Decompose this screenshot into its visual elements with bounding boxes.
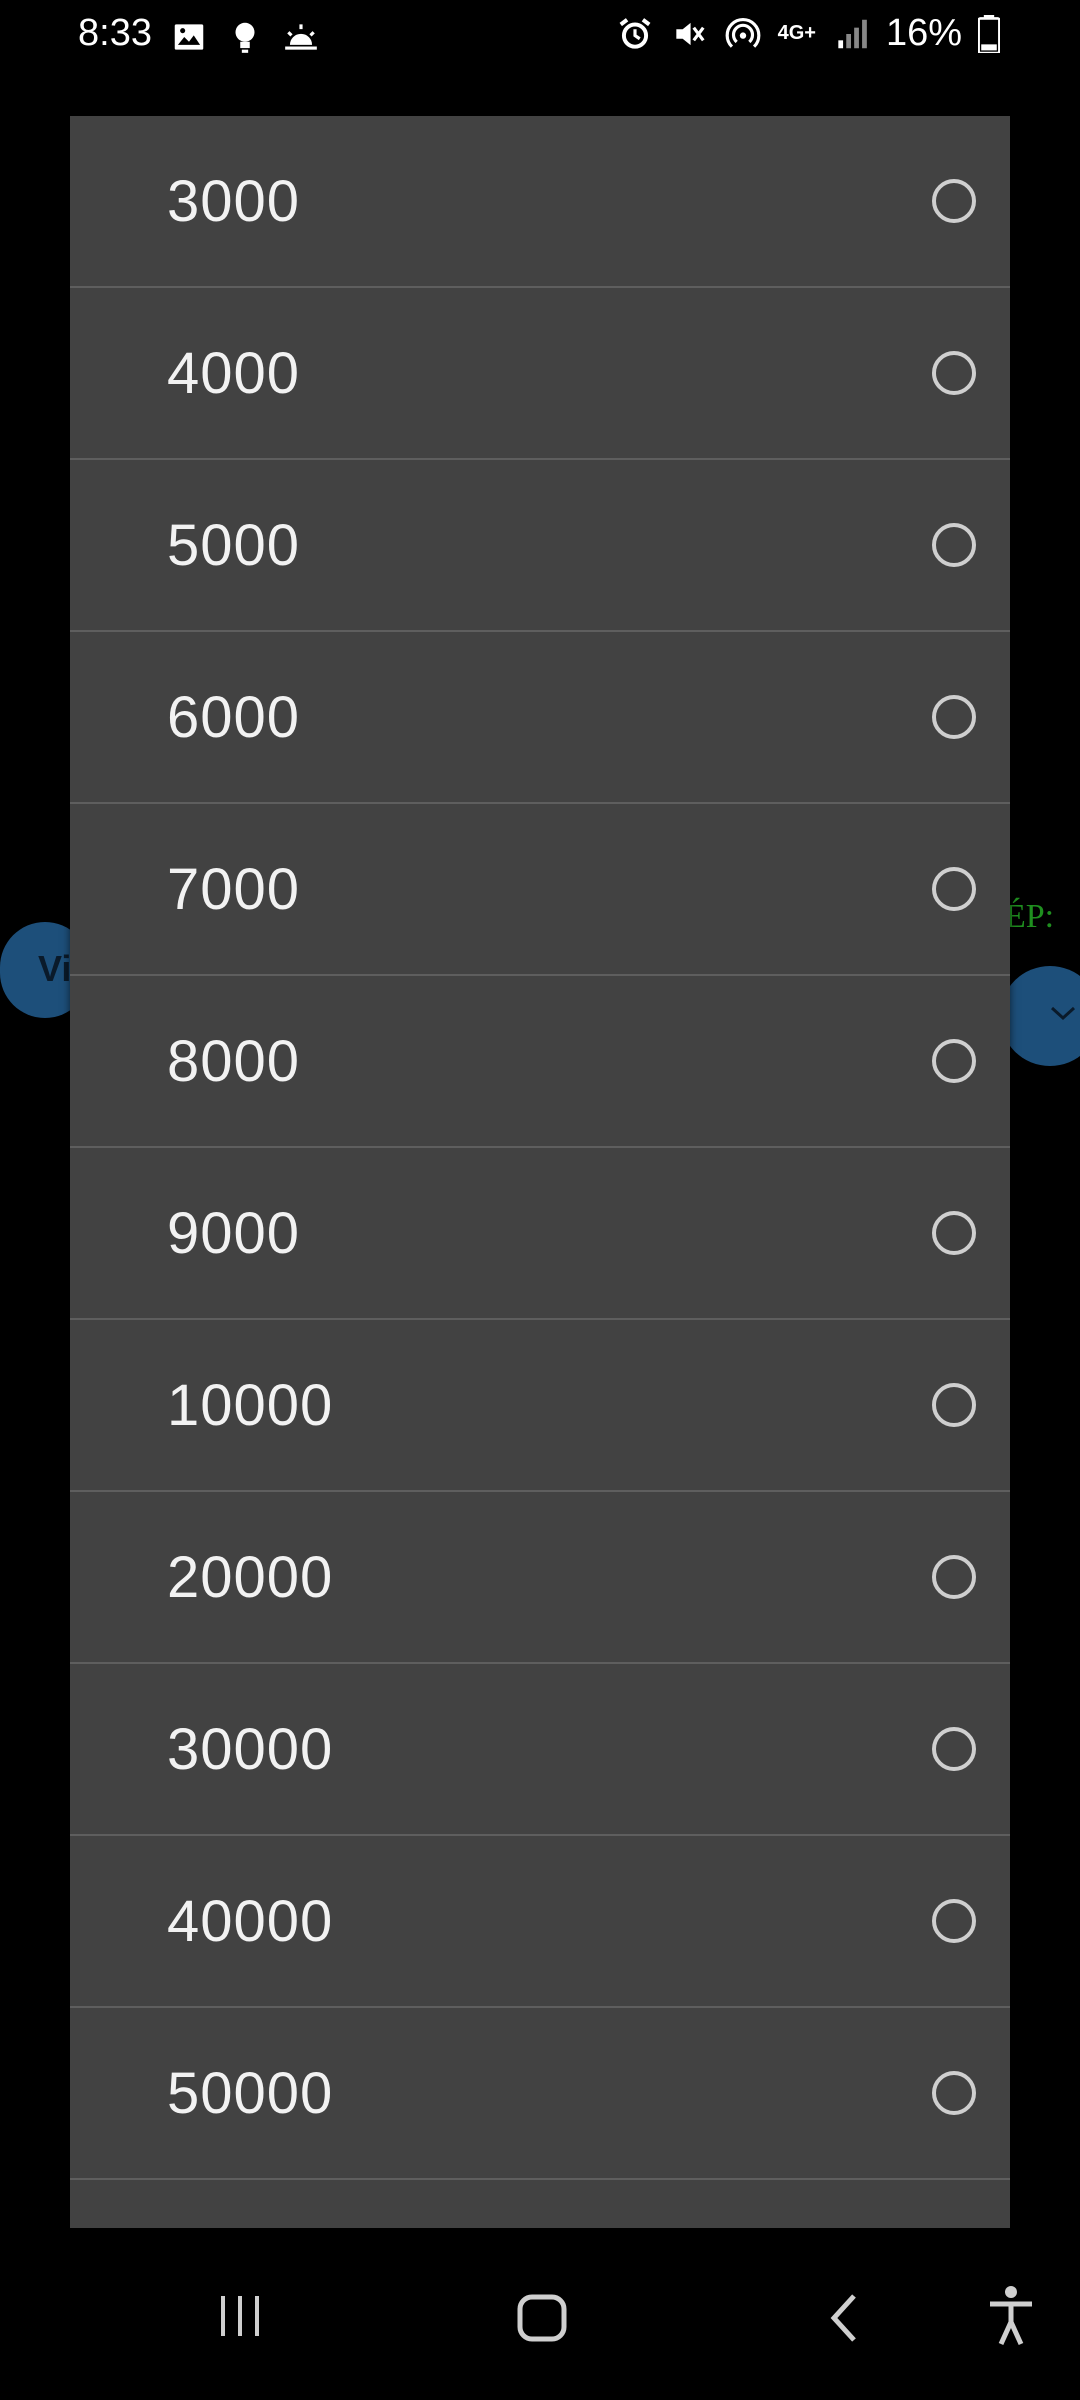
option-label: 40000 (167, 1888, 334, 1954)
option-item[interactable]: 30000 (70, 1664, 1010, 1836)
battery-percent: 16% (885, 12, 962, 54)
battery-icon (978, 14, 1000, 53)
option-label: 50000 (167, 2060, 334, 2126)
option-label: 6000 (167, 684, 301, 750)
radio-button[interactable] (932, 1211, 976, 1255)
option-label: 8000 (167, 1028, 301, 1094)
alarm-icon (619, 17, 651, 49)
signal-icon (838, 19, 867, 48)
option-label: 30000 (167, 1716, 334, 1782)
option-label: 20000 (167, 1544, 334, 1610)
radio-button[interactable] (932, 1727, 976, 1771)
back-icon[interactable] (826, 2292, 862, 2344)
option-label: 3000 (167, 168, 301, 234)
select-dialog: 3000 4000 5000 6000 7000 8000 9000 10000 20000 30… (70, 116, 1010, 2228)
background-dropdown (1000, 966, 1080, 1066)
sunrise-icon (285, 24, 317, 50)
radio-button[interactable] (932, 1383, 976, 1427)
radio-button[interactable] (932, 523, 976, 567)
option-item[interactable]: 5000 (70, 460, 1010, 632)
option-item[interactable]: 50000 (70, 2008, 1010, 2180)
option-item[interactable]: 6000 (70, 632, 1010, 804)
hotspot-icon (725, 17, 760, 48)
image-icon (174, 24, 204, 50)
option-item[interactable]: 10000 (70, 1320, 1010, 1492)
network-4g-icon: 4G+ (777, 22, 816, 44)
option-item[interactable]: 9000 (70, 1148, 1010, 1320)
option-item[interactable]: 7000 (70, 804, 1010, 976)
radio-button[interactable] (932, 1039, 976, 1083)
navigation-bar (0, 2228, 1080, 2400)
radio-button[interactable] (932, 867, 976, 911)
radio-button[interactable] (932, 1899, 976, 1943)
status-bar: 8:33 4G+ 16% (0, 0, 1080, 76)
option-label: 9000 (167, 1200, 301, 1266)
bulb-icon (235, 22, 255, 53)
option-label: 5000 (167, 512, 301, 578)
option-item[interactable]: 40000 (70, 1836, 1010, 2008)
radio-button[interactable] (932, 2071, 976, 2115)
status-time: 8:33 (78, 12, 152, 54)
radio-button[interactable] (932, 179, 976, 223)
radio-button[interactable] (932, 695, 976, 739)
option-label: 4000 (167, 340, 301, 406)
radio-button[interactable] (932, 351, 976, 395)
option-item[interactable] (70, 2180, 1010, 2228)
chevron-down-icon (1050, 1006, 1076, 1021)
radio-button[interactable] (932, 1555, 976, 1599)
background-label: ÉP: (1005, 898, 1055, 935)
option-item[interactable]: 8000 (70, 976, 1010, 1148)
accessibility-icon[interactable] (986, 2284, 1036, 2348)
background-button-label: Vi (38, 948, 72, 989)
option-item[interactable]: 4000 (70, 288, 1010, 460)
recents-icon[interactable] (215, 2292, 265, 2340)
status-left-icons (170, 18, 320, 56)
option-label: 7000 (167, 856, 301, 922)
home-icon[interactable] (514, 2292, 570, 2344)
option-item[interactable]: 20000 (70, 1492, 1010, 1664)
status-right-icons: 4G+ 16% (616, 12, 1000, 55)
option-label: 10000 (167, 1372, 334, 1438)
option-item[interactable]: 3000 (70, 116, 1010, 288)
mute-icon (675, 22, 705, 45)
